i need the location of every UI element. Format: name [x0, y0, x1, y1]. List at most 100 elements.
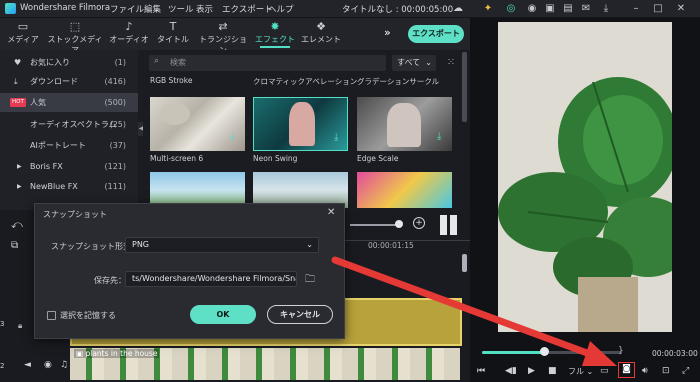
eye-icon[interactable]: ◉ [44, 360, 52, 370]
sidebar-item-newblue-fx[interactable]: ▶ NewBlue FX (111) [0, 177, 138, 196]
menu-help[interactable]: ヘルプ [268, 3, 294, 15]
preview-progress-track[interactable] [482, 351, 622, 354]
lock-icon[interactable]: 🔒︎ [18, 321, 22, 331]
audio-icon[interactable]: ♫ [60, 360, 68, 370]
frame-back-icon[interactable]: ◀▮ [505, 366, 517, 376]
effects-scrollbar[interactable] [462, 52, 467, 122]
snapshot-camera-button[interactable]: ◙ [618, 362, 635, 378]
stop-icon[interactable]: ■ [548, 366, 557, 376]
sidebar-item-label: オーディオスペクトラム [30, 120, 117, 129]
preview-progress-handle[interactable] [540, 347, 549, 356]
close-icon[interactable]: ✕ [675, 3, 687, 15]
menu-export[interactable]: エクスポート [222, 3, 273, 15]
quality-dropdown[interactable]: フル ⌄ [568, 366, 593, 377]
step-back-icon[interactable]: ⏮ [477, 366, 485, 376]
hot-badge: HOT [10, 98, 26, 107]
sidebar-item-audio-spectrum[interactable]: オーディオスペクトラム (25) [0, 115, 138, 134]
maximize-icon[interactable]: □ [652, 3, 664, 15]
ok-button[interactable]: OK [190, 305, 256, 324]
tab-media[interactable]: ▭ メディア [0, 20, 46, 48]
clip-label-text: plants in the house [85, 349, 158, 358]
headset-icon[interactable]: ◎ [505, 3, 517, 15]
save-icon[interactable]: ▤ [562, 3, 574, 15]
account-icon[interactable]: ◉ [526, 3, 538, 15]
monitor-icon[interactable]: ▭ [600, 366, 609, 376]
grid-view-icon[interactable]: ⁙ [444, 55, 458, 71]
filter-dropdown[interactable]: すべて ⌄ [392, 55, 436, 71]
remember-label: 選択を記憶する [60, 311, 116, 320]
menu-tools[interactable]: ツール [168, 3, 194, 15]
sidebar-item-popular[interactable]: HOT 人気 (500) [0, 93, 138, 112]
heart-icon: ♥ [14, 58, 22, 67]
dialog-close-icon[interactable]: ✕ [327, 207, 335, 218]
mail-icon[interactable]: ✉ [580, 3, 592, 15]
effect-label-gradient-circle: グラデーションサークル [357, 77, 440, 86]
effect-thumb-edge-scale[interactable]: ⤓ [357, 97, 452, 151]
folder-icon[interactable]: 🗀︎ [305, 272, 315, 289]
sidebar-item-label: NewBlue FX [30, 182, 78, 191]
tab-effects[interactable]: ✸ エフェクト [252, 20, 298, 48]
expand-chevron-icon[interactable]: » [384, 26, 391, 39]
remember-checkbox[interactable] [47, 311, 56, 320]
effect-label-neon-swing: Neon Swing [253, 154, 298, 163]
export-button[interactable]: エクスポート [408, 25, 464, 43]
fullscreen-icon[interactable]: ⤢ [682, 366, 689, 376]
folder-icon: ▭ [17, 20, 29, 33]
dialog-title: スナップショット [43, 210, 107, 219]
lightbulb-icon[interactable]: ✦ [482, 3, 494, 15]
play-icon[interactable]: ▶ [528, 366, 535, 376]
tab-stock-media[interactable]: ⬚ストックメディア [46, 20, 104, 55]
preview-progress-fill [482, 351, 545, 354]
download-icon[interactable]: ⤓ [334, 132, 338, 143]
tab-titles-label: タイトル [157, 35, 189, 44]
tab-transitions[interactable]: ⇄トランジション [196, 20, 250, 55]
zoom-slider-handle[interactable] [395, 220, 403, 228]
track-2-number: 2 [0, 362, 4, 370]
tab-titles[interactable]: T タイトル [150, 20, 196, 48]
sidebar-item-ai-portrait[interactable]: AIポートレート (37) [0, 136, 138, 155]
expand-arrow-icon[interactable]: ▶ [17, 157, 22, 176]
download-icon[interactable]: ⤓ [600, 3, 612, 15]
effect-thumb-neon-swing[interactable]: ⤓ [253, 97, 348, 151]
copy-icon[interactable]: ⧉ [11, 240, 18, 251]
chevron-down-icon: ⌄ [425, 58, 432, 67]
layout-icon[interactable]: ⊡ [662, 366, 670, 376]
save-path-field[interactable]: ts/Wondershare/Wondershare Filmora/Snaps… [125, 271, 297, 287]
effects-sidebar: ♥ お気に入り (1) ⤓ ダウンロード (416) HOT 人気 (500) … [0, 50, 138, 210]
zoom-in-icon[interactable]: + [413, 217, 425, 229]
sidebar-item-downloads[interactable]: ⤓ ダウンロード (416) [0, 72, 138, 91]
track-3-number: 3 [0, 320, 18, 334]
layout-icon[interactable]: ▣ [544, 3, 556, 15]
undo-icon[interactable]: ⤺ [11, 218, 23, 232]
effect-label-multiscreen: Multi-screen 6 [150, 154, 204, 163]
minimize-icon[interactable]: – [630, 3, 642, 15]
download-icon[interactable]: ⤓ [230, 131, 234, 142]
cloud-icon[interactable]: ☁ [452, 3, 464, 15]
project-title: タイトルなし : 00:00:05:00 [342, 5, 454, 15]
effect-thumb-multiscreen[interactable]: ⤓ [150, 97, 245, 151]
mute-icon[interactable]: ◄ [24, 360, 31, 370]
menu-edit[interactable]: 編集 [144, 3, 161, 15]
sidebar-item-label: ダウンロード [30, 77, 78, 86]
effects-icon: ✸ [270, 20, 280, 33]
app-name: Wondershare Filmora [20, 3, 111, 13]
expand-arrow-icon[interactable]: ▶ [17, 177, 22, 196]
cancel-button[interactable]: キャンセル [267, 305, 333, 324]
thumb-figure [160, 103, 190, 125]
download-icon[interactable]: ⤓ [437, 131, 441, 142]
volume-icon[interactable]: 🔊︎ [642, 366, 648, 376]
sidebar-item-count: (37) [109, 141, 126, 150]
sidebar-item-label: 人気 [30, 98, 46, 107]
format-select[interactable]: PNG ⌄ [125, 237, 319, 253]
sidebar-item-label: Boris FX [30, 162, 63, 171]
sidebar-item-label: お気に入り [30, 58, 70, 67]
menu-file[interactable]: ファイル [110, 3, 144, 15]
tab-elements[interactable]: ❖ エレメント [298, 20, 344, 48]
sidebar-item-boris-fx[interactable]: ▶ Boris FX (121) [0, 157, 138, 176]
timeline-scrollbar[interactable] [462, 254, 467, 272]
effect-thumb-row3-3[interactable] [357, 172, 452, 208]
stock-icon: ⬚ [69, 20, 81, 33]
tab-audio[interactable]: ♪ オーディオ [106, 20, 152, 48]
menu-view[interactable]: 表示 [196, 3, 213, 15]
sidebar-item-favorites[interactable]: ♥ お気に入り (1) [0, 53, 138, 72]
